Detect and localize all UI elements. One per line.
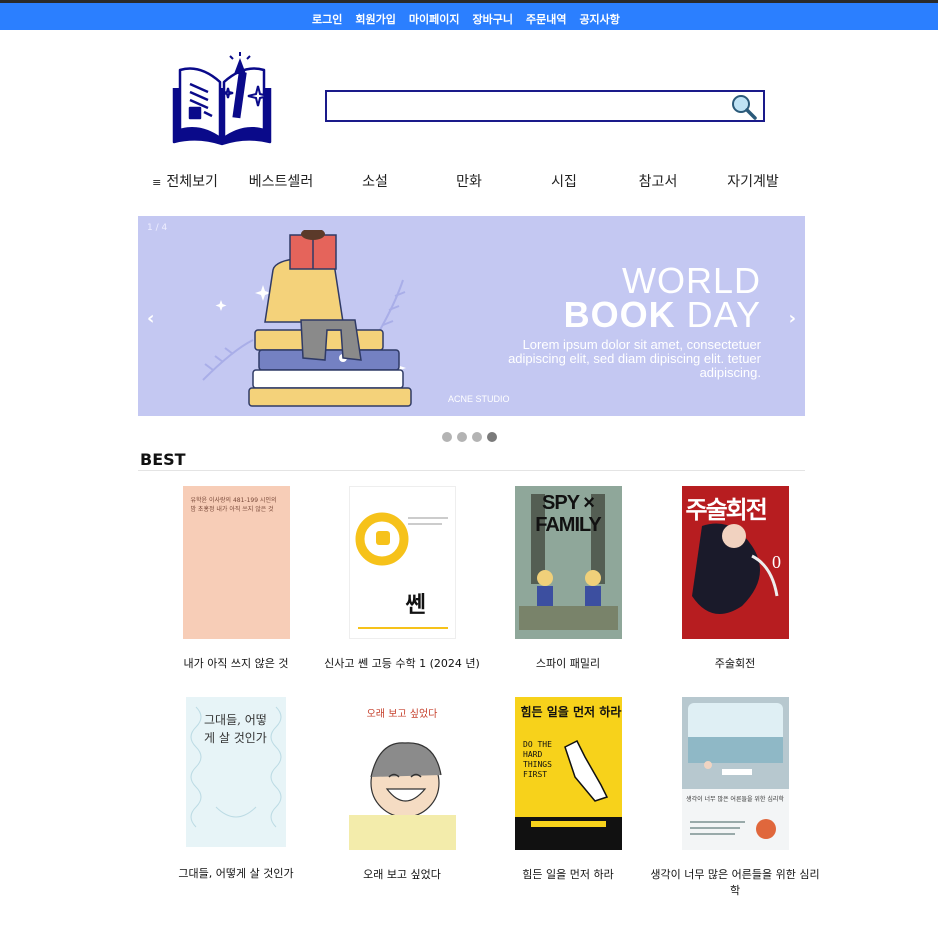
cart-link[interactable]: 장바구니 — [472, 11, 512, 27]
book-card[interactable]: 유학윤 이사랑의 481-199 시인의 밤 초홍정 내가 아직 쓰지 않은 것… — [151, 486, 321, 672]
slider-next-button[interactable]: › — [789, 308, 796, 329]
slider-dot[interactable] — [472, 432, 482, 442]
banner-headline-2: BOOK DAY — [138, 294, 761, 336]
slider-dots — [442, 432, 497, 442]
cover-text: 생각이 너무 많은 어른들을 위한 심리학 — [686, 796, 784, 803]
site-logo[interactable] — [170, 52, 274, 150]
login-link[interactable]: 로그인 — [312, 11, 342, 27]
book-cover[interactable]: 힘든 일을 먼저 하라 DO THE HARD THINGS FIRST — [514, 697, 622, 850]
book-title[interactable]: 스파이 패밀리 — [483, 656, 653, 672]
category-poetry[interactable]: 시집 — [551, 171, 577, 191]
search-input[interactable] — [327, 92, 727, 120]
slider-dot[interactable] — [457, 432, 467, 442]
cover-art — [681, 697, 789, 839]
book-card[interactable]: 생각이 너무 많은 어른들을 위한 심리학 생각이 너무 많은 어른들을 위한 … — [650, 697, 820, 899]
notice-link[interactable]: 공지사항 — [579, 11, 619, 27]
magnifier-icon — [732, 95, 757, 120]
book-card[interactable]: 오래 보고 싶었다 오래 보고 싶었다 — [317, 697, 487, 883]
category-all-label: 전체보기 — [166, 174, 218, 190]
book-title[interactable]: 오래 보고 싶었다 — [317, 867, 487, 883]
signup-link[interactable]: 회원가입 — [355, 11, 395, 27]
menu-icon: ≡ — [152, 176, 162, 189]
category-novel[interactable]: 소설 — [362, 171, 388, 191]
banner-studio: ACNE STUDIO — [448, 394, 510, 404]
svg-text:FIRST: FIRST — [523, 770, 547, 779]
book-title[interactable]: 주술회전 — [650, 656, 820, 672]
banner-headline-bold: BOOK — [563, 294, 676, 335]
book-cover[interactable]: 그대들, 어떻게 살 것인가 — [186, 697, 286, 847]
top-nav: 로그인 회원가입 마이페이지 장바구니 주문내역 공지사항 — [312, 11, 633, 27]
cover-text: 오래 보고 싶었다 — [366, 709, 438, 720]
book-title[interactable]: 그대들, 어떻게 살 것인가 — [151, 866, 321, 882]
category-reference[interactable]: 참고서 — [639, 171, 678, 191]
book-card[interactable]: 쎈 신사고 쎈 고등 수학 1 (2024 년) — [317, 486, 487, 672]
category-bestseller[interactable]: 베스트셀러 — [249, 171, 313, 191]
cover-art — [355, 512, 448, 629]
cover-text: SPY × FAMILY — [535, 492, 602, 536]
slide-counter: 1 / 4 — [147, 223, 168, 233]
cover-text: 주술회전 — [685, 496, 768, 524]
svg-text:HARD: HARD — [523, 750, 542, 759]
book-card[interactable]: 그대들, 어떻게 살 것인가 그대들, 어떻게 살 것인가 — [151, 697, 321, 882]
svg-text:THINGS: THINGS — [523, 760, 552, 769]
orders-link[interactable]: 주문내역 — [526, 11, 566, 27]
category-nav: ≡ 전체보기 베스트셀러 소설 만화 시집 참고서 자기계발 — [0, 171, 938, 191]
book-title[interactable]: 힘든 일을 먼저 하라 — [483, 867, 653, 883]
book-title[interactable]: 내가 아직 쓰지 않은 것 — [151, 656, 321, 672]
book-title[interactable]: 신사고 쎈 고등 수학 1 (2024 년) — [317, 656, 487, 672]
svg-text:DO THE: DO THE — [523, 740, 552, 749]
category-selfhelp[interactable]: 자기계발 — [727, 171, 779, 191]
hero-banner-slider: 1 / 4 WORLD BOOK DAY Lorem ipsum dolor s… — [138, 216, 805, 416]
book-title[interactable]: 생각이 너무 많은 어른들을 위한 심리학 — [650, 867, 820, 899]
cover-text: 유학윤 이사랑의 481-199 시인의 밤 초홍정 내가 아직 쓰지 않은 것 — [190, 497, 277, 513]
mypage-link[interactable]: 마이페이지 — [409, 11, 460, 27]
banner-body: Lorem ipsum dolor sit amet, consectetuer… — [508, 337, 761, 380]
banner-headline-rest: DAY — [675, 294, 761, 335]
search-box — [325, 90, 765, 122]
category-all[interactable]: ≡ 전체보기 — [152, 171, 218, 191]
book-card[interactable]: 주술회전 0 주술회전 — [650, 486, 820, 672]
cover-text: 그대들, 어떻게 살 것인가 — [204, 713, 267, 745]
slider-dot[interactable] — [487, 432, 497, 442]
book-cover[interactable]: 유학윤 이사랑의 481-199 시인의 밤 초홍정 내가 아직 쓰지 않은 것 — [182, 486, 290, 639]
book-card[interactable]: SPY × FAMILY 스파이 패밀리 — [483, 486, 653, 672]
best-section-title: BEST — [140, 450, 186, 469]
book-magic-wand-logo-icon — [172, 52, 272, 146]
book-cover[interactable]: 오래 보고 싶었다 — [348, 697, 456, 850]
slider-dot[interactable] — [442, 432, 452, 442]
book-cover[interactable]: 생각이 너무 많은 어른들을 위한 심리학 — [681, 697, 789, 850]
search-button[interactable] — [731, 94, 757, 120]
book-cover[interactable]: 쎈 — [348, 486, 456, 639]
cover-text: 힘든 일을 먼저 하라 — [520, 705, 622, 719]
section-divider — [138, 470, 805, 471]
top-bar: 로그인 회원가입 마이페이지 장바구니 주문내역 공지사항 — [0, 0, 938, 30]
book-cover[interactable]: 주술회전 0 — [681, 486, 789, 639]
svg-text:0: 0 — [772, 552, 781, 572]
category-comics[interactable]: 만화 — [456, 171, 482, 191]
book-card[interactable]: 힘든 일을 먼저 하라 DO THE HARD THINGS FIRST 힘든 … — [483, 697, 653, 883]
slider-prev-button[interactable]: ‹ — [147, 308, 154, 329]
cover-text: 쎈 — [405, 593, 426, 618]
book-cover[interactable]: SPY × FAMILY — [514, 486, 622, 639]
